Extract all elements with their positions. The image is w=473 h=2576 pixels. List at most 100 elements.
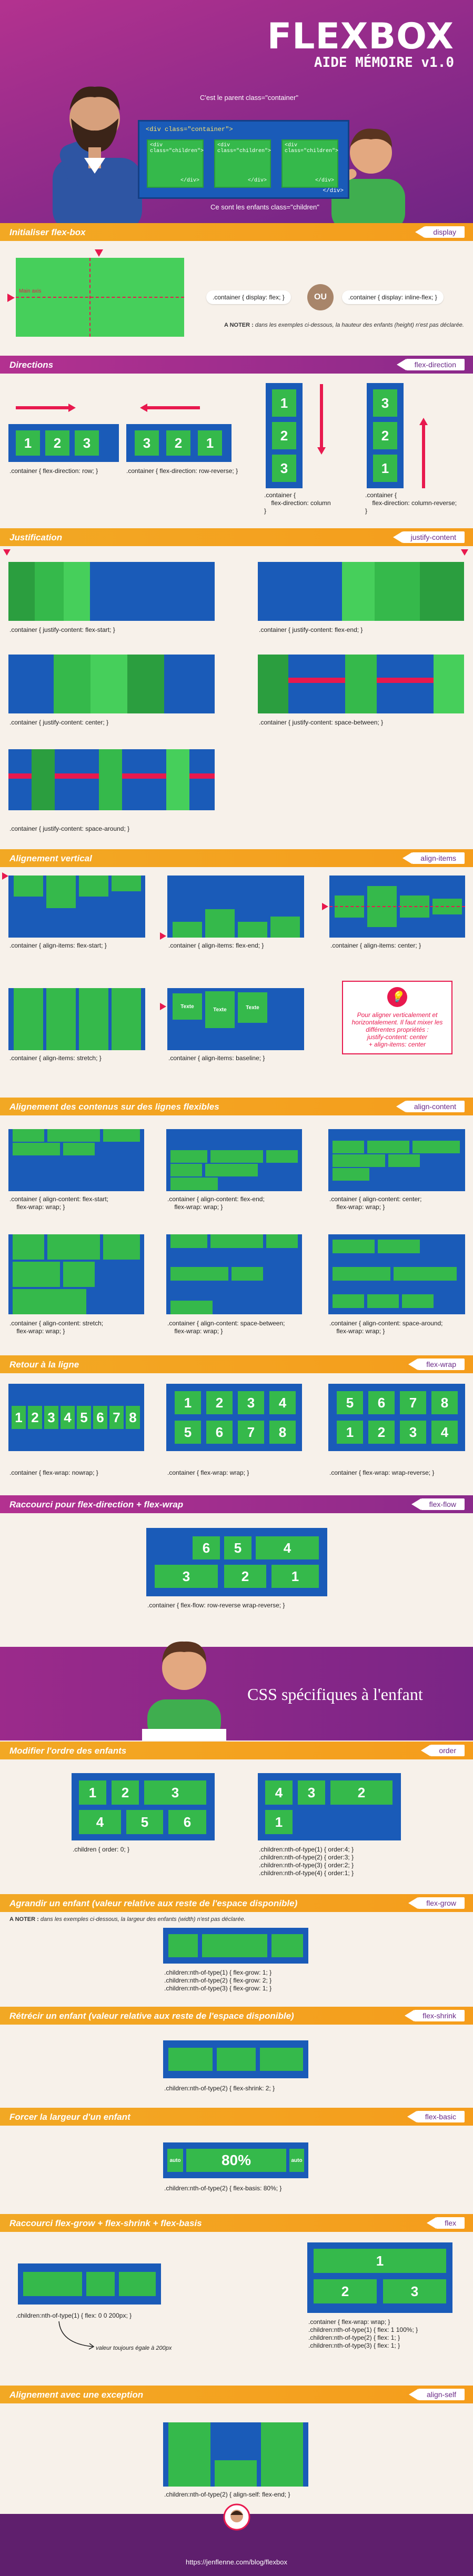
align-content-end-container (166, 1129, 302, 1191)
caption: .children:nth-of-type(1) { flex: 0 0 200… (16, 2312, 132, 2319)
section-title: Raccourci pour flex-direction + flex-wra… (9, 1500, 184, 1510)
wrap-item-4: 4 (269, 1391, 296, 1414)
caption: .container { flex-wrap: wrap; } (167, 1469, 249, 1476)
wrap-item-5: 5 (337, 1391, 363, 1414)
direction-row-container: 1 2 3 (8, 424, 119, 462)
wrap-item-8: 8 (431, 1391, 458, 1414)
section-title: Retour à la ligne (9, 1360, 79, 1370)
section-prop: flex-flow (411, 1498, 465, 1510)
section-prop: flex-basic (407, 2111, 465, 2122)
bearded-man-illustration (53, 86, 142, 226)
wrap-item-8: 8 (269, 1421, 296, 1444)
code-open: <div class="container"> (146, 126, 233, 133)
caption: .container { flex-wrap: wrap; } .childre… (308, 2318, 418, 2349)
footer-link[interactable]: https://jenflenne.com/blog/flexbox (0, 2558, 473, 2566)
section-wrap: Retour à la ligne flex-wrap (0, 1355, 473, 1373)
section-prop: flex-wrap (408, 1359, 465, 1370)
section-flow: Raccourci pour flex-direction + flex-wra… (0, 1495, 473, 1513)
wrap-item-1: 1 (12, 1406, 26, 1429)
caption: .container { flex-wrap: nowrap; } (9, 1469, 98, 1476)
children-banner: CSS spécifiques à l'enfant (0, 1641, 473, 1740)
basis-container: auto 80% auto (163, 2142, 308, 2178)
section-shrink: Rétrécir un enfant (valeur relative aux … (0, 2007, 473, 2025)
align-content-start-container (8, 1129, 144, 1191)
wrap-wrap-container: 1234 5678 (166, 1384, 302, 1451)
caption: .container { justify-content: flex-start… (9, 626, 115, 633)
caption: .container { flex-flow: row-reverse wrap… (147, 1602, 285, 1609)
section-init: Initialiser flex-box display (0, 223, 473, 241)
caption: .container { align-items: center; } (330, 942, 421, 949)
hero-container-diagram: <div class="container"> <div class="chil… (138, 120, 349, 199)
section-prop: flex-direction (396, 359, 465, 370)
hero-child-1: <div class="children"> </div> (147, 139, 204, 188)
section-title: Alignement vertical (9, 853, 92, 863)
baseline-word: Texte (213, 1007, 227, 1013)
flex-fixed-container (18, 2263, 161, 2305)
caption: .children:nth-of-type(2) { flex-shrink: … (164, 2085, 275, 2092)
self-container (163, 2422, 308, 2487)
page-subtitle: AIDE MÉMOIRE v1.0 (314, 55, 454, 71)
init-container: Main axis (16, 258, 184, 337)
caption: .container { align-content: flex-end; fl… (167, 1195, 265, 1211)
caption: .children:nth-of-type(1) { order:4; } .c… (259, 1846, 354, 1877)
caption: .container { align-items: baseline; } (168, 1054, 265, 1062)
section-prop: flex-shrink (405, 2010, 465, 2021)
section-self: Alignement avec une exception align-self (0, 2386, 473, 2403)
init-arrow-down (95, 249, 103, 257)
baseline-word: Texte (246, 1004, 259, 1011)
section-title: Agrandir un enfant (valeur relative aux … (9, 1898, 298, 1908)
direction-column-container: 1 2 3 (266, 383, 303, 488)
caption: .container { align-content: space-around… (329, 1320, 443, 1335)
order-custom-container: 4 3 2 1 (258, 1773, 401, 1840)
section-prop: align-self (408, 2389, 465, 2400)
wrap-item-2: 2 (206, 1391, 233, 1414)
section-title: Directions (9, 360, 54, 370)
justify-around-container (8, 749, 215, 810)
init-flex-pill: .container { display: flex; } (206, 290, 291, 304)
wrap-item-6: 6 (368, 1391, 395, 1414)
row-arrow (16, 406, 68, 409)
order-default-container: 1 2 3 4 5 6 (72, 1773, 215, 1840)
caption: .children { order: 0; } (73, 1846, 130, 1853)
align-baseline-container: Texte Texte Texte (167, 988, 304, 1050)
caption: .container { flex-direction: row; } (9, 467, 98, 475)
align-content-between-container (166, 1234, 302, 1314)
section-grow: Agrandir un enfant (valeur relative aux … (0, 1894, 473, 1912)
wrap-item-2: 2 (28, 1406, 42, 1429)
justify-between-container (258, 655, 464, 713)
section-title: Rétrécir un enfant (valeur relative aux … (9, 2011, 294, 2021)
section-align-items: Alignement vertical align-items (0, 849, 473, 867)
caption: .container { flex-wrap: wrap-reverse; } (329, 1469, 435, 1476)
wrap-item-1: 1 (175, 1391, 201, 1414)
value-note: valeur toujours égale à 200px (96, 2345, 172, 2351)
wrap-item-8: 8 (126, 1406, 140, 1429)
caption: .children:nth-of-type(2) { flex-basis: 8… (164, 2185, 282, 2192)
section-title: Alignement des contenus sur des lignes f… (9, 1102, 219, 1112)
section-basis: Forcer la largeur d'un enfant flex-basic (0, 2108, 473, 2126)
page-title: FLEXBOX (267, 16, 454, 57)
hero-child-2: <div class="children"> </div> (214, 139, 271, 188)
wrap-item-1: 1 (337, 1421, 363, 1444)
section-prop: display (415, 226, 465, 238)
section-align-content: Alignement des contenus sur des lignes f… (0, 1098, 473, 1115)
wrap-reverse-container: 1234 5678 (328, 1384, 465, 1451)
axis-label: Main axis (19, 288, 42, 294)
wrap-item-3: 3 (400, 1421, 426, 1444)
grow-container (163, 1928, 308, 1964)
tip-text: Pour aligner verticalement et horizontal… (351, 1011, 443, 1048)
caption: .container { flex-direction: column-reve… (365, 491, 457, 515)
lightbulb-icon: 💡 (387, 987, 407, 1007)
wrap-item-2: 2 (368, 1421, 395, 1444)
align-start-container (8, 876, 145, 938)
section-title: Raccourci flex-grow + flex-shrink + flex… (9, 2218, 202, 2228)
wrap-item-7: 7 (109, 1406, 124, 1429)
wrap-item-3: 3 (238, 1391, 264, 1414)
caption: .container { align-items: flex-end; } (168, 942, 264, 949)
justify-center-container (8, 655, 215, 713)
align-end-container (167, 876, 304, 938)
baseline-word: Texte (180, 1003, 194, 1010)
grow-note: A NOTER : dans les exemples ci-dessous, … (9, 1916, 246, 1923)
section-prop: order (421, 1745, 465, 1756)
caption: .container { align-content: center; flex… (329, 1195, 422, 1211)
flex-wrap-container: 1 2 3 (307, 2242, 452, 2313)
